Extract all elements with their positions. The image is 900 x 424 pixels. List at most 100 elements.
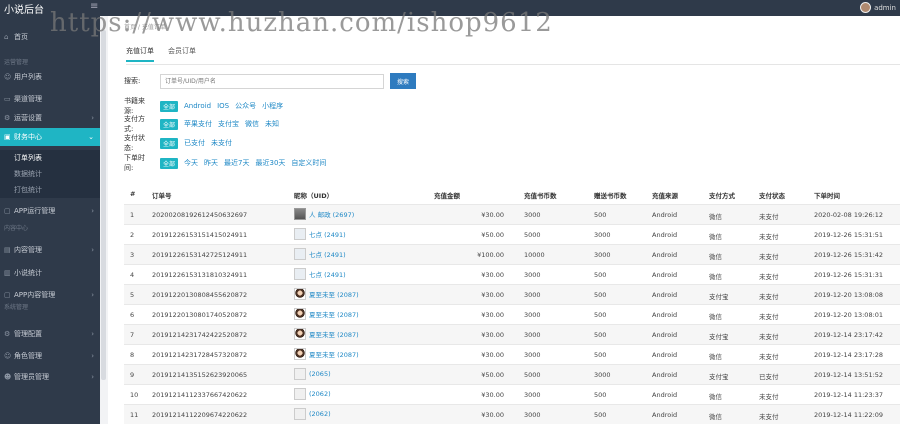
menu-toggle-icon[interactable]: ≡	[90, 1, 98, 12]
table-row[interactable]: 9 20191214135152623920065 (2065) ¥50.00 5000…	[124, 364, 900, 384]
filter-option-selected[interactable]: 全部	[160, 100, 179, 112]
tab-member-orders[interactable]: 会员订单	[168, 46, 196, 62]
chevron-right-icon: ›	[91, 352, 94, 360]
sidebar-subitem[interactable]: 打包统计	[0, 182, 100, 198]
sidebar-item-role[interactable]: ☺ 角色管理 ›	[0, 347, 100, 365]
sidebar-section-label: 系统管理	[4, 304, 29, 311]
sidebar-item-content[interactable]: ▤ 内容管理 ›	[0, 241, 100, 259]
filter-option[interactable]: 支付宝	[218, 119, 239, 129]
cell-source: Android	[652, 411, 678, 419]
search-input[interactable]	[160, 73, 384, 89]
filter-option-selected[interactable]: 全部	[160, 157, 179, 169]
table-row[interactable]: 3 20191226153142725124911 七点 (2491) ¥100.00…	[124, 244, 900, 264]
cell-bonus: 500	[594, 271, 607, 279]
filter-option-selected[interactable]: 全部	[160, 137, 179, 149]
cell-time: 2020-02-08 19:26:12	[814, 211, 884, 219]
user-link[interactable]: 夏至未至 (2087)	[309, 349, 359, 359]
sidebar-item-label: 管理配置	[14, 330, 42, 338]
cell-status: 未支付	[759, 293, 779, 301]
filter-option[interactable]: Android	[184, 102, 211, 110]
filter-option[interactable]: IOS	[217, 102, 229, 110]
column-header[interactable]: 赠送书币数	[594, 190, 627, 200]
search-button[interactable]: 搜索	[390, 73, 416, 89]
filter-option[interactable]: 最近7天	[224, 158, 249, 168]
cell-method: 微信	[709, 213, 722, 221]
user-link[interactable]: 七点 (2491)	[309, 229, 346, 239]
user-link[interactable]: (2065)	[309, 370, 331, 378]
user-avatar	[294, 208, 306, 220]
sidebar-item-user[interactable]: ☺ 用户列表	[0, 68, 100, 86]
cell-coins: 3000	[524, 411, 541, 419]
column-header[interactable]: 支付方式	[709, 190, 735, 200]
sidebar-subitem[interactable]: 数据统计	[0, 166, 100, 182]
user-link[interactable]: 夏至未至 (2087)	[309, 289, 359, 299]
sidebar-item-stats[interactable]: ▥ 小说统计	[0, 264, 100, 282]
column-header[interactable]: 昵称（UID）	[294, 190, 333, 200]
user-link[interactable]: 七点 (2491)	[309, 249, 346, 259]
filter-option[interactable]: 公众号	[235, 101, 256, 111]
cell-status: 已支付	[759, 373, 779, 381]
user-link[interactable]: 人 邮政 (2697)	[309, 209, 354, 219]
table-row[interactable]: 8 20191214231728457320872 夏至未至 (2087) ¥30.0…	[124, 344, 900, 364]
column-header[interactable]: 充值金额	[434, 190, 460, 200]
table-row[interactable]: 10 20191214112337667420622 (2062) ¥30.00 300…	[124, 384, 900, 404]
filter-option[interactable]: 未知	[265, 119, 279, 129]
column-header[interactable]: 支付状态	[759, 190, 785, 200]
cell-time: 2019-12-14 11:22:09	[814, 411, 884, 419]
cell-amount: ¥50.00	[481, 231, 504, 239]
table-row[interactable]: 7 20191214231742422520872 夏至未至 (2087) ¥30.0…	[124, 324, 900, 344]
table-row[interactable]: 1 20200208192612450632697 人 邮政 (2697) ¥30.0…	[124, 204, 900, 224]
filter-option[interactable]: 苹果支付	[184, 119, 212, 129]
column-header[interactable]: 订单号	[152, 190, 172, 200]
filter-label: 书籍来源:	[124, 97, 145, 115]
sidebar-item-finance[interactable]: ▣ 财务中心 ⌄	[0, 128, 100, 146]
column-header[interactable]: #	[130, 190, 135, 198]
filter-option[interactable]: 小程序	[262, 101, 283, 111]
filter-option[interactable]: 已支付	[184, 138, 205, 148]
cell-bonus: 3000	[594, 231, 611, 239]
cell-idx: 10	[130, 391, 139, 399]
chevron-right-icon: ›	[91, 207, 94, 215]
sidebar-item-settings[interactable]: ⚙ 运营设置 ›	[0, 109, 100, 127]
sidebar-item-admin[interactable]: ☻ 管理员管理 ›	[0, 368, 100, 386]
filter-option[interactable]: 未支付	[211, 138, 232, 148]
filter-option[interactable]: 最近30天	[255, 158, 285, 168]
tab-recharge-orders[interactable]: 充值订单	[126, 46, 154, 62]
user-link[interactable]: (2062)	[309, 390, 331, 398]
user-link[interactable]: 夏至未至 (2087)	[309, 309, 359, 319]
sidebar-item-app[interactable]: ▢ APP运行管理 ›	[0, 202, 100, 220]
column-header[interactable]: 下单时间	[814, 190, 840, 200]
cell-source: Android	[652, 391, 678, 399]
cell-order: 20191214112337667420622	[152, 391, 248, 399]
main-content: 首页 / 充值订单 充值订单 会员订单 搜索: 搜索 书籍来源: 全部 Androi…	[112, 16, 900, 424]
user-avatar	[294, 268, 306, 280]
sidebar-item-channel[interactable]: ▭ 渠道管理	[0, 90, 100, 108]
user-menu[interactable]: admin	[860, 2, 896, 13]
config-icon: ⚙	[4, 330, 11, 338]
user-link[interactable]: (2062)	[309, 410, 331, 418]
sidebar-item-config[interactable]: ⚙ 管理配置 ›	[0, 325, 100, 343]
table-row[interactable]: 5 20191220130808455620872 夏至未至 (2087) ¥30.0…	[124, 284, 900, 304]
table-row[interactable]: 2 20191226153151415024911 七点 (2491) ¥50.00 5…	[124, 224, 900, 244]
filter-option[interactable]: 微信	[245, 119, 259, 129]
sidebar-section-label: 运营管理	[4, 59, 29, 66]
column-header[interactable]: 充值来源	[652, 190, 678, 200]
filter-pay-status: 支付状态: 全部 已支付 未支付	[124, 133, 232, 153]
sidebar-item-home[interactable]: ⌂ 首页	[0, 28, 100, 46]
table-row[interactable]: 6 20191220130801740520872 夏至未至 (2087) ¥30.0…	[124, 304, 900, 324]
cell-idx: 6	[130, 311, 135, 319]
cell-source: Android	[652, 271, 678, 279]
column-header[interactable]: 充值书币数	[524, 190, 557, 200]
cell-bonus: 500	[594, 211, 607, 219]
filter-option-selected[interactable]: 全部	[160, 118, 179, 130]
sidebar-subitem[interactable]: 订单列表	[0, 150, 100, 166]
user-link[interactable]: 夏至未至 (2087)	[309, 329, 359, 339]
sidebar-scrollbar[interactable]	[101, 30, 106, 380]
filter-option[interactable]: 今天	[184, 158, 198, 168]
cell-source: Android	[652, 371, 678, 379]
table-row[interactable]: 4 20191226153131810324911 七点 (2491) ¥30.00 3…	[124, 264, 900, 284]
filter-option[interactable]: 昨天	[204, 158, 218, 168]
table-row[interactable]: 11 20191214112209674220622 (2062) ¥30.00 300…	[124, 404, 900, 424]
user-link[interactable]: 七点 (2491)	[309, 269, 346, 279]
filter-option[interactable]: 自定义时间	[291, 158, 326, 168]
